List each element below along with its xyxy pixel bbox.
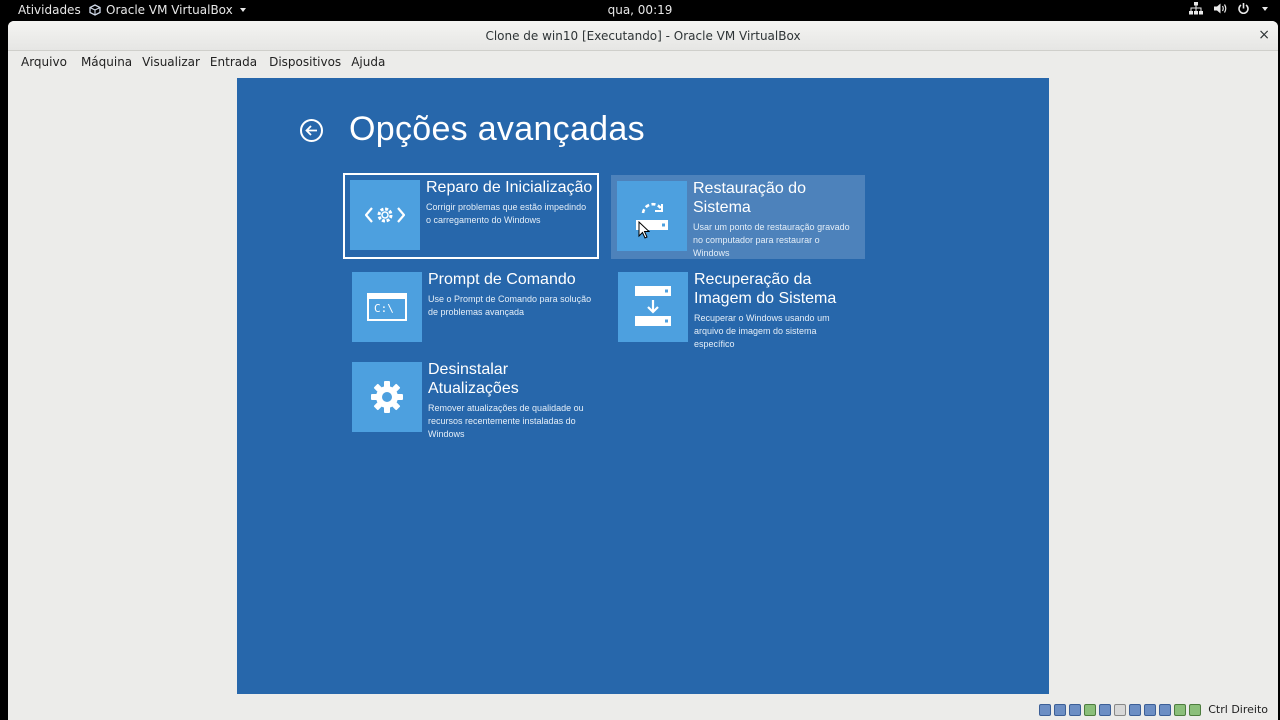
option-description: Use o Prompt de Comando para solução de … [428, 294, 592, 317]
page-title: Opções avançadas [349, 110, 645, 148]
power-icon[interactable] [1237, 2, 1250, 15]
option-description: Corrigir problemas que estão impedindo o… [426, 202, 587, 225]
shared-folders-icon[interactable] [1114, 703, 1127, 716]
option-description: Usar um ponto de restauração gravado no … [693, 222, 850, 258]
system-restore-icon [617, 181, 687, 251]
menu-ajuda[interactable]: Ajuda [346, 55, 390, 69]
menu-arquivo[interactable]: Arquivo [16, 55, 72, 69]
hard-disk-icon[interactable] [1039, 703, 1052, 716]
option-uninstall-updates[interactable]: Desinstalar Atualizações Remover atualiz… [345, 355, 601, 441]
vm-display[interactable]: Opções avançadas Reparo de Inicialização… [237, 78, 1049, 694]
menu-visualizar[interactable]: Visualizar [137, 55, 205, 69]
option-title: Desinstalar Atualizações [428, 361, 519, 397]
display-icon[interactable] [1129, 703, 1142, 716]
mouse-integration-icon[interactable] [1174, 703, 1187, 716]
system-tray[interactable] [1189, 2, 1268, 15]
option-description: Remover atualizações de qualidade ou rec… [428, 403, 584, 439]
menu-bar: Arquivo Máquina Visualizar Entrada Dispo… [8, 51, 1278, 73]
option-title: Prompt de Comando [428, 271, 576, 288]
host-key-label: Ctrl Direito [1208, 703, 1268, 716]
cpu-icon[interactable] [1159, 703, 1172, 716]
menu-entrada[interactable]: Entrada [205, 55, 262, 69]
option-command-prompt[interactable]: C:\ Prompt de Comando Use o Prompt de Co… [345, 265, 601, 351]
prompt-glyph: C:\ [374, 302, 394, 315]
window-title: Clone de win10 [Executando] - Oracle VM … [485, 29, 801, 43]
option-description: Recuperar o Windows usando um arquivo de… [694, 313, 830, 349]
back-arrow-icon[interactable] [300, 119, 323, 142]
gnome-top-bar: Atividades Oracle VM VirtualBox qua, 00:… [0, 0, 1280, 21]
option-system-image-recovery[interactable]: Recuperação da Imagem do Sistema Recuper… [611, 265, 867, 351]
close-icon[interactable]: × [1258, 27, 1270, 43]
app-menu[interactable]: Oracle VM VirtualBox [89, 3, 246, 17]
clock[interactable]: qua, 00:19 [608, 3, 673, 17]
option-system-restore[interactable]: Restauração do Sistema Usar um ponto de … [611, 175, 865, 259]
network-icon[interactable] [1189, 2, 1203, 15]
activities-button[interactable]: Atividades [18, 3, 81, 17]
menu-maquina[interactable]: Máquina [76, 55, 137, 69]
volume-icon[interactable] [1213, 2, 1227, 15]
chevron-down-icon[interactable] [1262, 6, 1268, 11]
virtualbox-window: Clone de win10 [Executando] - Oracle VM … [8, 21, 1278, 720]
network-adapter-icon[interactable] [1084, 703, 1097, 716]
optical-drive-icon[interactable] [1054, 703, 1067, 716]
audio-icon[interactable] [1069, 703, 1082, 716]
usb-icon[interactable] [1099, 703, 1112, 716]
option-title: Reparo de Inicialização [426, 179, 593, 196]
window-titlebar[interactable]: Clone de win10 [Executando] - Oracle VM … [8, 21, 1278, 51]
app-menu-label: Oracle VM VirtualBox [106, 3, 233, 17]
option-title: Recuperação da Imagem do Sistema [694, 271, 837, 307]
menu-dispositivos[interactable]: Dispositivos [264, 55, 346, 69]
host-key-icon[interactable] [1189, 703, 1202, 716]
command-prompt-icon: C:\ [352, 272, 422, 342]
option-title: Restauração do Sistema [693, 180, 806, 216]
system-image-recovery-icon [618, 272, 688, 342]
video-capture-icon[interactable] [1144, 703, 1157, 716]
virtualbox-icon [89, 4, 101, 16]
chevron-down-icon [239, 8, 246, 12]
uninstall-updates-gear-icon [352, 362, 422, 432]
startup-repair-icon [350, 180, 420, 250]
vm-status-bar: Ctrl Direito [8, 699, 1278, 720]
mouse-cursor-icon [638, 221, 650, 239]
option-startup-repair[interactable]: Reparo de Inicialização Corrigir problem… [343, 173, 599, 259]
